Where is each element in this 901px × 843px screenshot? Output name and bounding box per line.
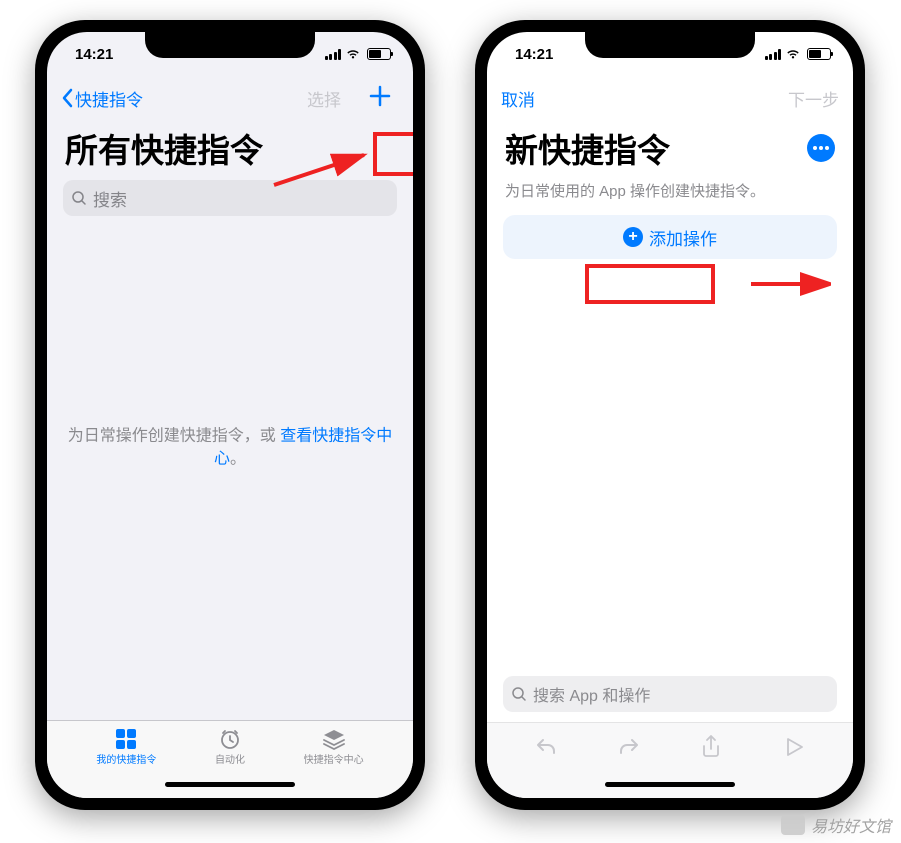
watermark-icon [781, 815, 805, 835]
page-title: 新快捷指令 [505, 124, 670, 172]
search-placeholder: 搜索 [93, 186, 127, 211]
tab-label: 我的快捷指令 [96, 751, 156, 766]
notch [145, 32, 315, 58]
tab-bar: 我的快捷指令 自动化 快捷指令中心 [47, 720, 413, 770]
ellipsis-icon [813, 146, 817, 150]
undo-icon [534, 736, 558, 758]
content-area: 为日常操作创建快捷指令，或 查看快捷指令中心。 [47, 226, 413, 720]
redo-button[interactable] [609, 736, 649, 758]
redo-icon [617, 736, 641, 758]
play-icon [785, 737, 803, 757]
page-title: 所有快捷指令 [47, 120, 413, 180]
notch [585, 32, 755, 58]
chevron-left-icon [61, 88, 73, 108]
status-icons [765, 48, 832, 60]
screen-left: 14:21 快捷指令 选择 所有快捷指令 [47, 32, 413, 798]
search-placeholder: 搜索 App 和操作 [533, 682, 650, 706]
tab-my-shortcuts[interactable]: 我的快捷指令 [96, 728, 156, 766]
wifi-icon [345, 48, 361, 60]
phone-frame-left: 14:21 快捷指令 选择 所有快捷指令 [35, 20, 425, 810]
plus-icon [369, 85, 391, 107]
bottom-toolbar [487, 722, 853, 770]
signal-icon [325, 49, 342, 60]
subtitle-text: 为日常使用的 App 操作创建快捷指令。 [487, 180, 853, 215]
watermark: 易坊好文馆 [781, 813, 891, 837]
status-time: 14:21 [75, 46, 113, 63]
navigation-bar: 取消 下一步 [487, 76, 853, 120]
tab-label: 快捷指令中心 [304, 751, 364, 766]
automation-clock-icon [217, 728, 243, 750]
tab-automation[interactable]: 自动化 [215, 728, 245, 766]
phone-frame-right: 14:21 取消 下一步 新快捷指令 为日常使用的 App 操作创建快捷指令。 … [475, 20, 865, 810]
tab-label: 自动化 [215, 751, 245, 766]
back-label: 快捷指令 [75, 86, 143, 111]
plus-circle-icon: + [623, 227, 643, 247]
signal-icon [765, 49, 782, 60]
watermark-text: 易坊好文馆 [811, 813, 891, 837]
undo-button[interactable] [526, 736, 566, 758]
cancel-button[interactable]: 取消 [501, 86, 535, 111]
back-button[interactable]: 快捷指令 [61, 86, 143, 111]
tab-gallery[interactable]: 快捷指令中心 [304, 728, 364, 766]
add-shortcut-button[interactable] [361, 80, 399, 116]
add-action-button[interactable]: + 添加操作 [503, 215, 837, 259]
empty-state-text: 为日常操作创建快捷指令，或 查看快捷指令中心。 [65, 426, 395, 471]
run-button[interactable] [774, 737, 814, 757]
search-icon [71, 190, 87, 206]
screen-right: 14:21 取消 下一步 新快捷指令 为日常使用的 App 操作创建快捷指令。 … [487, 32, 853, 798]
search-input[interactable]: 搜索 [63, 180, 397, 216]
gallery-stack-icon [321, 728, 347, 750]
search-icon [511, 686, 527, 702]
content-area [487, 259, 853, 666]
navigation-bar: 快捷指令 选择 [47, 76, 413, 120]
battery-icon [807, 48, 831, 60]
share-button[interactable] [691, 735, 731, 759]
battery-icon [367, 48, 391, 60]
next-button[interactable]: 下一步 [788, 86, 839, 111]
home-indicator[interactable] [47, 770, 413, 798]
more-options-button[interactable] [807, 134, 835, 162]
home-indicator[interactable] [487, 770, 853, 798]
add-action-label: 添加操作 [649, 225, 717, 250]
shortcuts-grid-icon [113, 728, 139, 750]
status-time: 14:21 [515, 46, 553, 63]
select-button[interactable]: 选择 [307, 86, 341, 111]
share-icon [701, 735, 721, 759]
wifi-icon [785, 48, 801, 60]
status-icons [325, 48, 392, 60]
search-apps-input[interactable]: 搜索 App 和操作 [503, 676, 837, 712]
